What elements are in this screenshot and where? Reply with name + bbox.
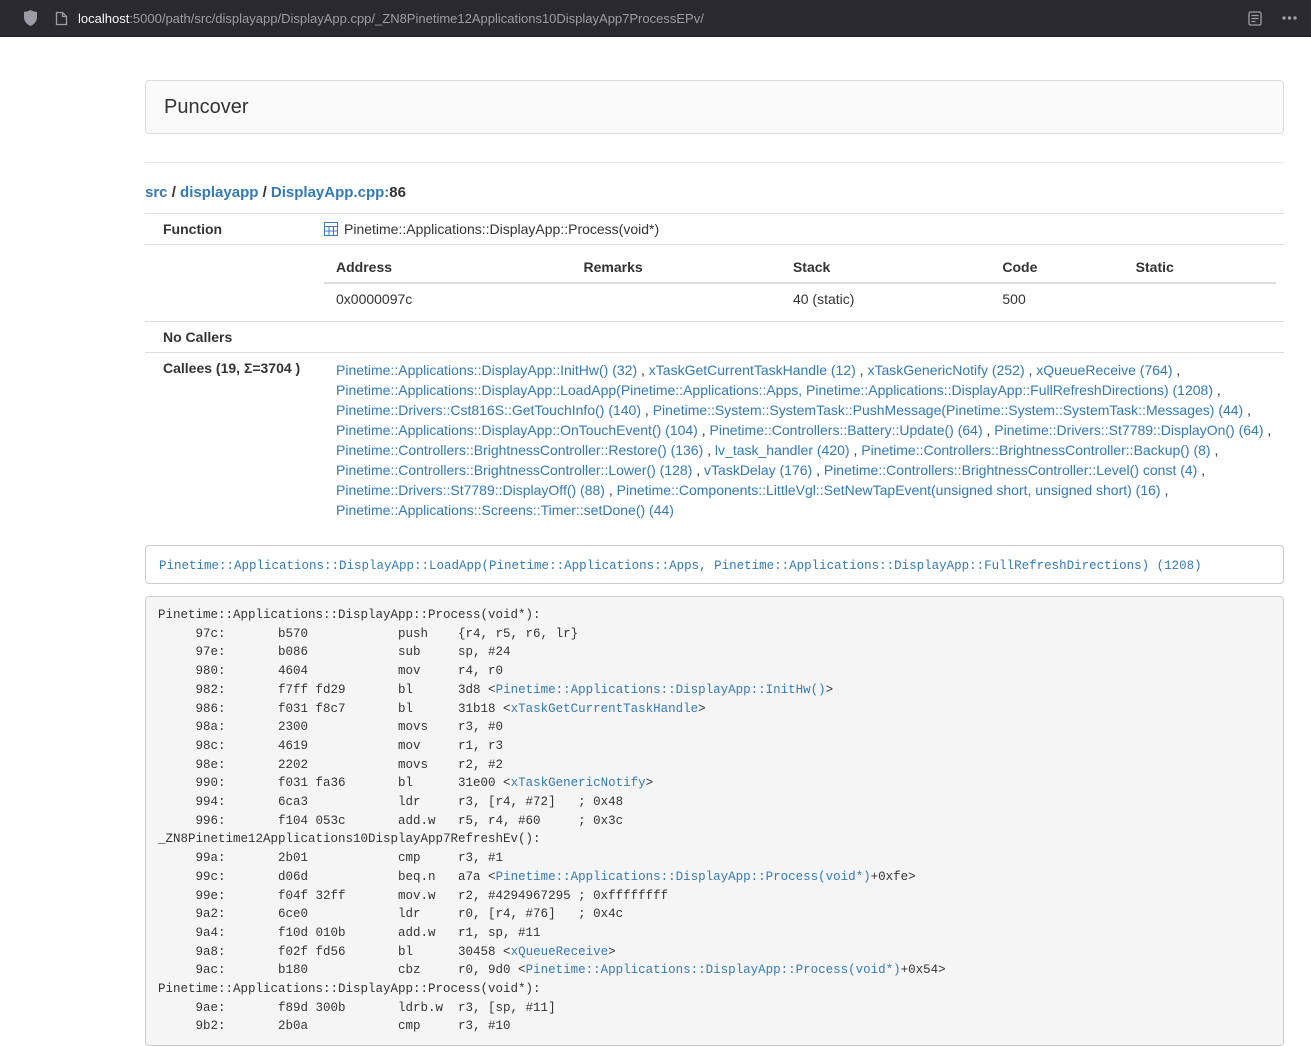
assembly-listing: Pinetime::Applications::DisplayApp::Proc… xyxy=(145,596,1284,1046)
stack-value: 40 (static) xyxy=(781,283,990,314)
callee-link[interactable]: vTaskDelay (176) xyxy=(704,462,812,478)
callee-link[interactable]: lv_task_handler (420) xyxy=(715,442,850,458)
callee-link[interactable]: Pinetime::Drivers::St7789::DisplayOff() … xyxy=(336,482,605,498)
function-type-icon xyxy=(324,222,338,236)
callee-link[interactable]: Pinetime::Controllers::BrightnessControl… xyxy=(336,442,703,458)
static-value xyxy=(1124,283,1276,314)
callee-link[interactable]: xQueueReceive (764) xyxy=(1036,362,1172,378)
shield-icon[interactable] xyxy=(22,9,39,27)
callee-link[interactable]: xTaskGenericNotify (252) xyxy=(867,362,1024,378)
breadcrumb-line-number: 86 xyxy=(389,184,406,201)
overflow-menu-icon[interactable] xyxy=(1282,16,1297,20)
symbol-table: Function Pinetime::Applications::Display… xyxy=(145,213,1284,527)
callee-link[interactable]: Pinetime::Drivers::St7789::DisplayOn() (… xyxy=(994,422,1263,438)
col-header-static: Static xyxy=(1124,252,1276,283)
breadcrumb-separator: / xyxy=(168,184,181,201)
asm-symbol-link[interactable]: xTaskGetCurrentTaskHandle xyxy=(511,702,699,716)
callee-link[interactable]: Pinetime::Applications::DisplayApp::OnTo… xyxy=(336,422,698,438)
breadcrumb-separator: / xyxy=(258,184,271,201)
no-callers-row: No Callers xyxy=(145,322,1284,353)
function-details-table: Address Remarks Stack Code Static 0x0000… xyxy=(324,252,1276,314)
page-title: Puncover xyxy=(164,95,1265,119)
url-bar[interactable]: localhost:5000/path/src/displayapp/Displ… xyxy=(55,11,1248,26)
callee-link[interactable]: Pinetime::Applications::Screens::Timer::… xyxy=(336,502,674,518)
callee-link[interactable]: Pinetime::Applications::DisplayApp::Init… xyxy=(336,362,637,378)
url-text: localhost:5000/path/src/displayapp/Displ… xyxy=(78,11,704,26)
symbol-link[interactable]: Pinetime::Applications::DisplayApp::Load… xyxy=(159,559,1202,573)
divider xyxy=(145,162,1284,163)
code-value: 500 xyxy=(990,283,1123,314)
symbol-link-box: Pinetime::Applications::DisplayApp::Load… xyxy=(145,545,1284,584)
address-value: 0x0000097c xyxy=(324,283,572,314)
breadcrumb-file[interactable]: DisplayApp.cpp: xyxy=(271,184,389,201)
callees-list: Pinetime::Applications::DisplayApp::Init… xyxy=(336,360,1276,520)
url-path: :5000/path/src/displayapp/DisplayApp.cpp… xyxy=(129,11,704,26)
callee-link[interactable]: Pinetime::Controllers::BrightnessControl… xyxy=(824,462,1197,478)
callee-link[interactable]: Pinetime::System::SystemTask::PushMessag… xyxy=(653,402,1244,418)
breadcrumb-displayapp[interactable]: displayapp xyxy=(180,184,258,201)
url-host: localhost xyxy=(78,11,129,26)
breadcrumb: src / displayapp / DisplayApp.cpp:86 xyxy=(145,184,1284,201)
no-callers-label: No Callers xyxy=(145,322,316,353)
callee-link[interactable]: xTaskGetCurrentTaskHandle (12) xyxy=(649,362,856,378)
col-header-address: Address xyxy=(324,252,572,283)
asm-symbol-link[interactable]: Pinetime::Applications::DisplayApp::Init… xyxy=(496,683,826,697)
app-header-panel: Puncover xyxy=(145,80,1284,134)
callee-link[interactable]: Pinetime::Drivers::Cst816S::GetTouchInfo… xyxy=(336,402,641,418)
col-header-stack: Stack xyxy=(781,252,990,283)
asm-symbol-link[interactable]: Pinetime::Applications::DisplayApp::Proc… xyxy=(496,870,871,884)
browser-toolbar: localhost:5000/path/src/displayapp/Displ… xyxy=(0,0,1311,37)
callee-link[interactable]: Pinetime::Controllers::Battery::Update()… xyxy=(710,422,983,438)
page-icon[interactable] xyxy=(55,11,68,26)
function-details-row: Address Remarks Stack Code Static 0x0000… xyxy=(145,245,1284,322)
callee-link[interactable]: Pinetime::Components::LittleVgl::SetNewT… xyxy=(617,482,1161,498)
col-header-remarks: Remarks xyxy=(572,252,781,283)
function-name: Pinetime::Applications::DisplayApp::Proc… xyxy=(344,221,659,237)
asm-symbol-link[interactable]: Pinetime::Applications::DisplayApp::Proc… xyxy=(526,963,901,977)
remarks-value xyxy=(572,283,781,314)
reader-view-icon[interactable] xyxy=(1248,11,1262,26)
col-header-code: Code xyxy=(990,252,1123,283)
function-label: Function xyxy=(145,214,316,245)
callees-row: Callees (19, Σ=3704 ) Pinetime::Applicat… xyxy=(145,353,1284,528)
asm-symbol-link[interactable]: xTaskGenericNotify xyxy=(511,776,646,790)
page-container: Puncover src / displayapp / DisplayApp.c… xyxy=(145,80,1284,1046)
callees-label: Callees (19, Σ=3704 ) xyxy=(145,353,316,528)
toolbar-right-group xyxy=(1248,11,1297,26)
callee-link[interactable]: Pinetime::Controllers::BrightnessControl… xyxy=(336,462,692,478)
details-values-row: 0x0000097c 40 (static) 500 xyxy=(324,283,1276,314)
breadcrumb-src[interactable]: src xyxy=(145,184,168,201)
function-row: Function Pinetime::Applications::Display… xyxy=(145,214,1284,245)
callee-link[interactable]: Pinetime::Applications::DisplayApp::Load… xyxy=(336,382,1213,398)
callee-link[interactable]: Pinetime::Controllers::BrightnessControl… xyxy=(861,442,1210,458)
asm-symbol-link[interactable]: xQueueReceive xyxy=(511,945,609,959)
